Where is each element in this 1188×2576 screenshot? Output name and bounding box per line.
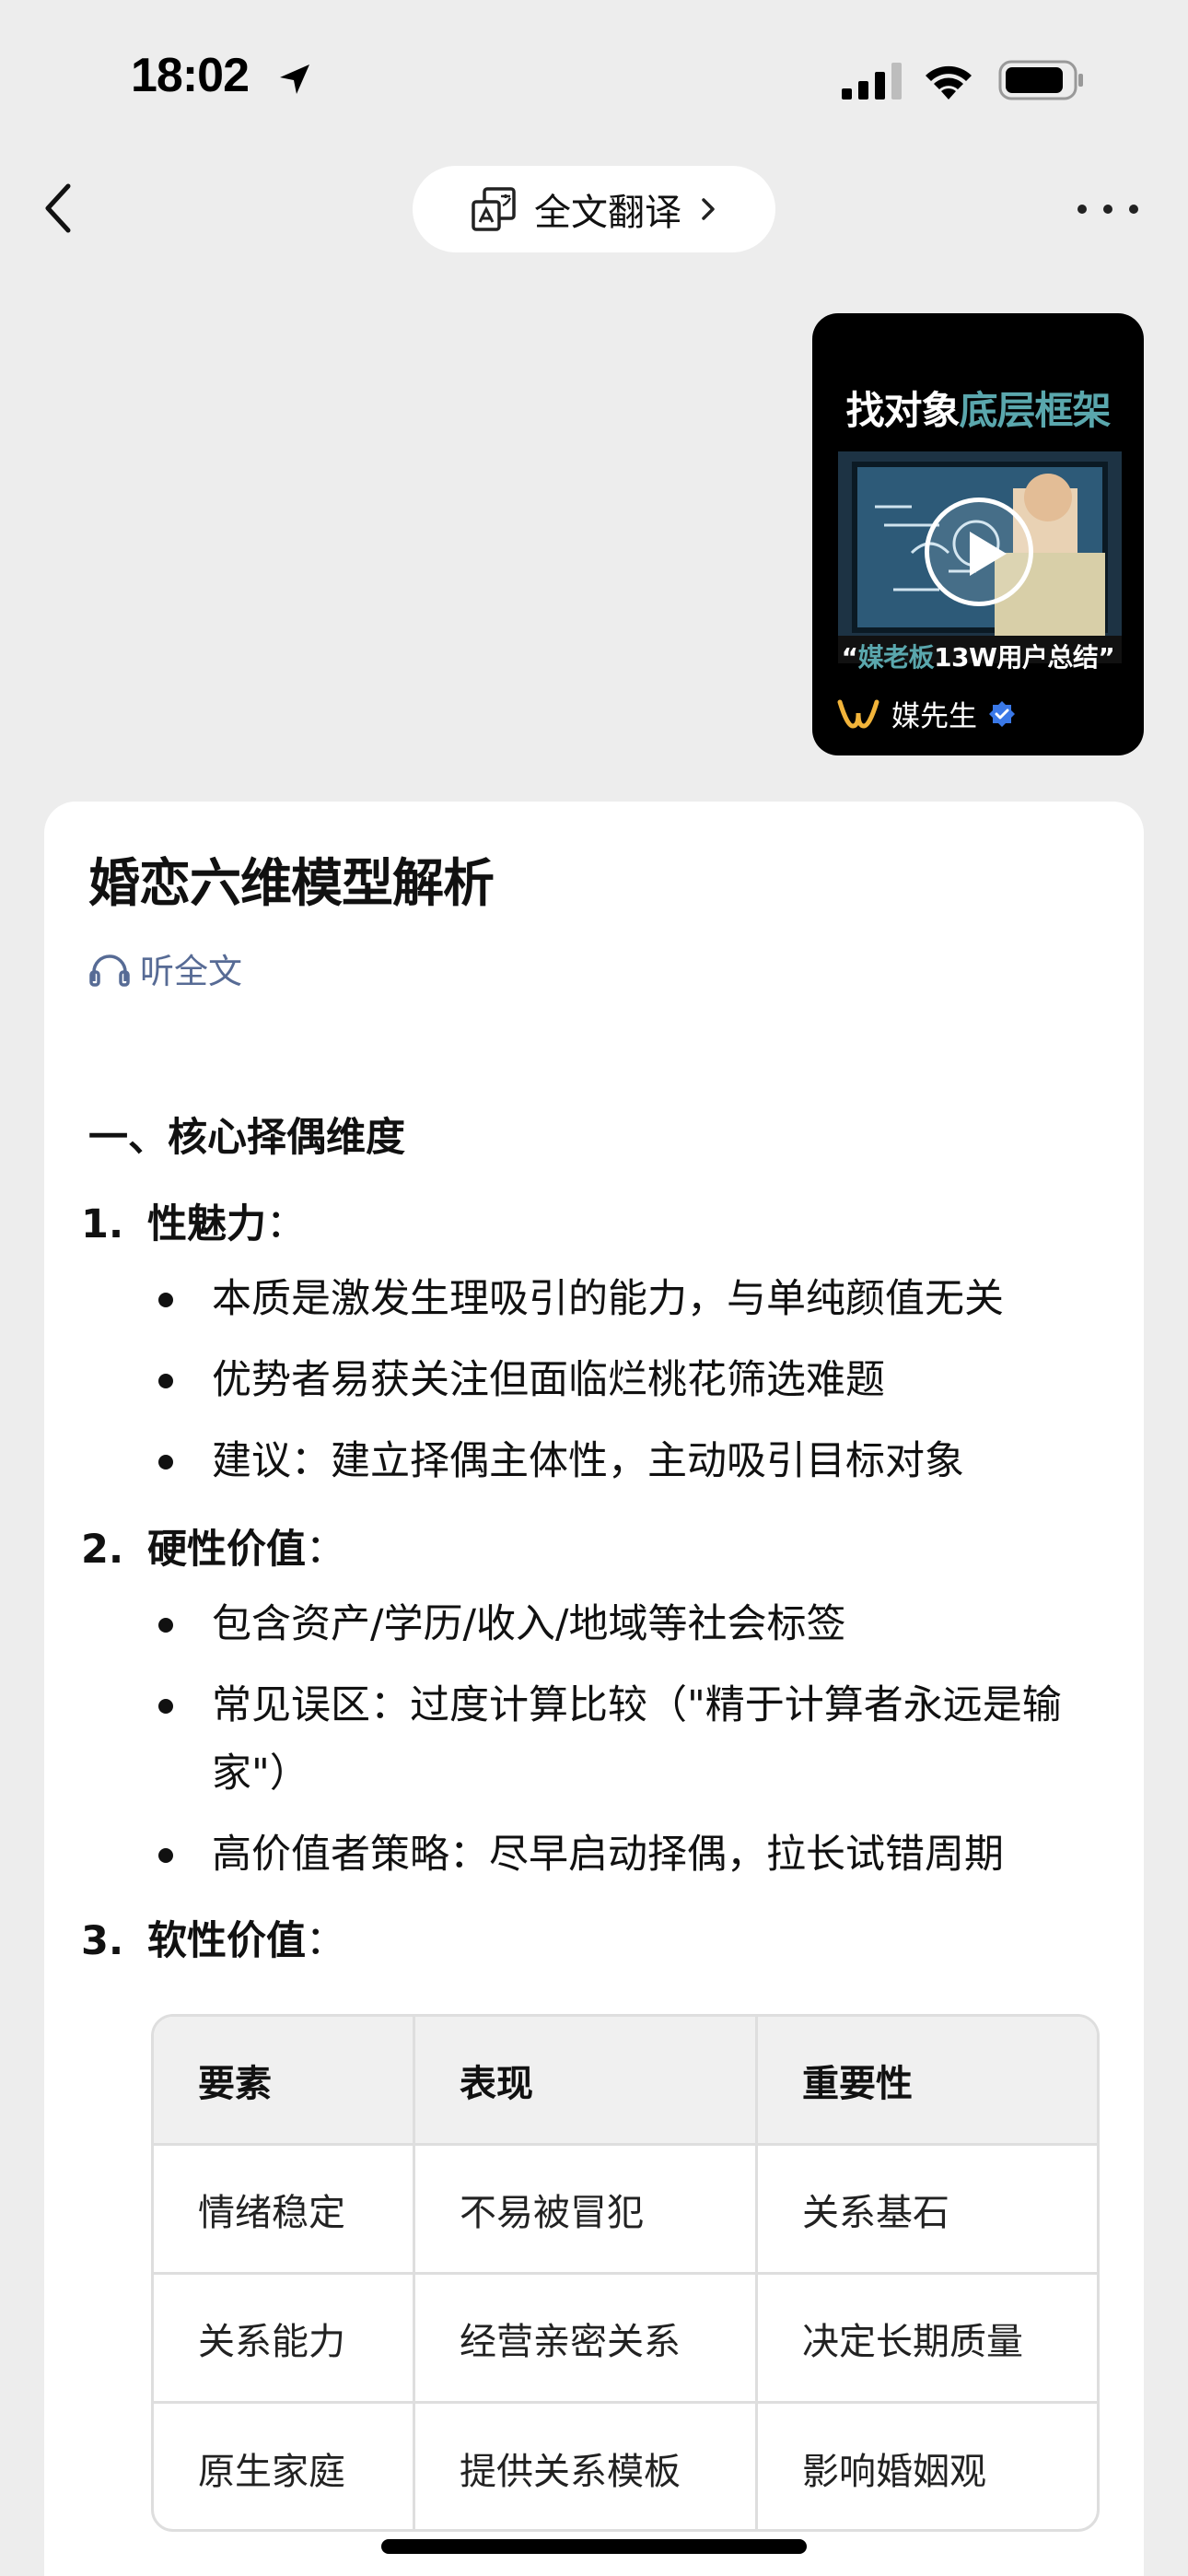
more-dot: [1103, 205, 1112, 214]
headphones-icon: [89, 954, 130, 987]
article-title: 婚恋六维模型解析: [88, 854, 495, 914]
video-caption: “媒老板13W用户总结”: [812, 638, 1144, 674]
caption-highlight: 媒老板: [857, 642, 935, 673]
bullet-dot: [158, 1848, 173, 1863]
table-cell: 经营亲密关系: [415, 2275, 758, 2401]
bullet-dot: [158, 1699, 173, 1714]
more-dot: [1077, 205, 1087, 214]
brand-name: 媒先生: [891, 700, 977, 733]
bullet-item: 本质是激发生理吸引的能力，与单纯颜值无关: [158, 1265, 1135, 1333]
wifi-icon: [926, 65, 972, 100]
table-cell: 影响婚姻观: [802, 2451, 986, 2493]
bullet-item: 常见误区：过度计算比较（"精于计算者永远是输家"）: [158, 1671, 1107, 1808]
full-text-translate-button[interactable]: 全文翻译: [413, 166, 775, 252]
more-dot: [1129, 205, 1138, 214]
bullet-text: 本质是激发生理吸引的能力，与单纯颜值无关: [212, 1276, 1004, 1322]
list-item-3: 3. 软性价值：: [81, 1909, 345, 1966]
translate-icon: [472, 187, 516, 231]
video-title: 找对象底层框架: [812, 380, 1144, 436]
home-indicator[interactable]: [381, 2539, 807, 2554]
list-item-title: 软性价值: [147, 1918, 306, 1964]
chevron-right-icon: [702, 198, 715, 220]
table-cell: 关系基石: [802, 2191, 949, 2234]
location-arrow-icon: [280, 64, 309, 94]
back-button[interactable]: [37, 175, 83, 241]
table-cell: 决定长期质量: [802, 2320, 1023, 2363]
listen-label: 听全文: [140, 952, 242, 991]
verified-badge-icon: [989, 700, 1015, 727]
list-item-number: 2.: [81, 1527, 124, 1573]
chat-article-page: 18:02 全文翻译 找对象底层框架 “媒老板13W用户总结” 媒先生 婚恋六维…: [0, 0, 1188, 2576]
table-cell: 原生家庭: [154, 2404, 415, 2529]
table-header-cell: 表现: [415, 2017, 758, 2143]
bullet-dot: [158, 1374, 173, 1388]
bullet-text: 建议：建立择偶主体性，主动吸引目标对象: [212, 1438, 964, 1484]
status-time: 18:02: [131, 49, 250, 102]
table-row: 情绪稳定 不易被冒犯 关系基石: [154, 2146, 1097, 2275]
bullet-item: 包含资产/学历/收入/地域等社会标签: [158, 1590, 1135, 1658]
section-heading: 一、核心择偶维度: [88, 1115, 405, 1161]
table-header-cell: 重要性: [802, 2062, 913, 2105]
table-cell: 情绪稳定: [154, 2146, 415, 2272]
list-item-1: 1. 性魅力：: [81, 1192, 306, 1249]
list-item-colon: ：: [306, 1918, 345, 1964]
list-item-title: 硬性价值: [147, 1527, 306, 1573]
cellular-signal-icon: [842, 63, 902, 100]
video-title-highlight: 底层框架: [959, 388, 1112, 433]
table-row: 关系能力 经营亲密关系 决定长期质量: [154, 2275, 1097, 2404]
table-row: 原生家庭 提供关系模板 影响婚姻观: [154, 2404, 1097, 2529]
video-card[interactable]: 找对象底层框架 “媒老板13W用户总结” 媒先生: [812, 313, 1144, 755]
listen-full-text-button[interactable]: 听全文: [88, 943, 242, 993]
video-title-part1: 找对象: [845, 388, 960, 433]
bullet-text: 高价值者策略：尽早启动择偶，拉长试错周期: [212, 1832, 1004, 1878]
list-item-number: 3.: [81, 1918, 124, 1964]
status-bar: 18:02: [0, 0, 1188, 138]
article-card: 婚恋六维模型解析 听全文 一、核心择偶维度 1. 性魅力： 本质是激发生理吸引的能…: [44, 802, 1144, 2576]
table-cell: 提供关系模板: [415, 2404, 758, 2529]
soft-value-table: 要素 表现 重要性 情绪稳定 不易被冒犯 关系基石 关系能力 经营亲密关系 决定…: [151, 2014, 1100, 2532]
play-button[interactable]: [925, 498, 1033, 606]
bullet-text: 包含资产/学历/收入/地域等社会标签: [212, 1601, 846, 1647]
battery-icon: [998, 60, 1083, 100]
table-cell: 不易被冒犯: [415, 2146, 758, 2272]
bullet-dot: [158, 1618, 173, 1633]
list-item-title: 性魅力: [147, 1201, 266, 1247]
bullet-item: 优势者易获关注但面临烂桃花筛选难题: [158, 1346, 1135, 1414]
brand-logo-icon: [837, 699, 879, 729]
list-item-number: 1.: [81, 1201, 124, 1247]
video-brand: 媒先生: [836, 693, 1016, 734]
bullet-dot: [158, 1293, 173, 1307]
bullet-dot: [158, 1455, 173, 1469]
bullet-text: 常见误区：过度计算比较（"精于计算者永远是输家"）: [212, 1682, 1062, 1797]
table-header-row: 要素 表现 重要性: [154, 2017, 1097, 2146]
translate-label: 全文翻译: [534, 192, 681, 234]
bullet-item: 高价值者策略：尽早启动择偶，拉长试错周期: [158, 1821, 1135, 1889]
bullet-text: 优势者易获关注但面临烂桃花筛选难题: [212, 1357, 885, 1403]
list-item-2: 2. 硬性价值：: [81, 1517, 345, 1575]
caption-rest: 13W用户总结”: [934, 642, 1115, 673]
bullet-item: 建议：建立择偶主体性，主动吸引目标对象: [158, 1427, 1135, 1495]
list-item-colon: ：: [266, 1201, 306, 1247]
more-options-button[interactable]: [1077, 188, 1138, 230]
table-header-cell: 要素: [154, 2017, 415, 2143]
table-cell: 关系能力: [154, 2275, 415, 2401]
caption-open-quote: “: [841, 642, 858, 673]
list-item-colon: ：: [306, 1527, 345, 1573]
